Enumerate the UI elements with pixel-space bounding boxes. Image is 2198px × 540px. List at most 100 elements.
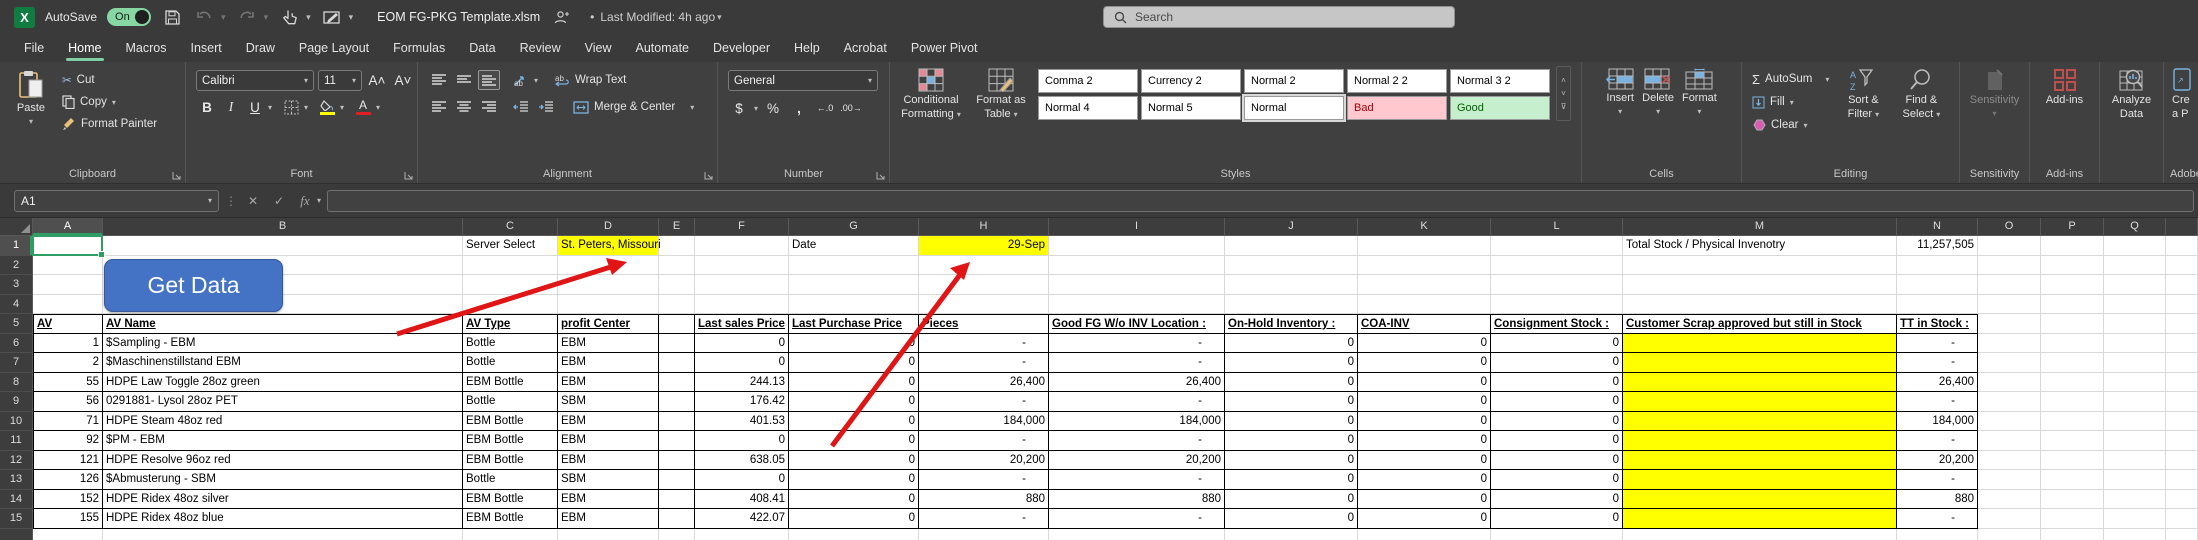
cell-C14[interactable]: EBM Bottle <box>463 490 558 510</box>
row-header-14[interactable]: 14 <box>0 490 33 510</box>
row-header-7[interactable]: 7 <box>0 353 33 373</box>
cell-Q14[interactable] <box>2104 490 2166 510</box>
cell-B14[interactable]: HDPE Ridex 48oz silver <box>103 490 463 510</box>
cell-Q6[interactable] <box>2104 334 2166 354</box>
cell-H12[interactable]: 20,200 <box>919 451 1049 471</box>
cell-M13[interactable] <box>1623 470 1897 490</box>
cell-N6[interactable]: - <box>1897 334 1978 354</box>
cell-X1[interactable] <box>2166 236 2198 256</box>
cell-B9[interactable]: 0291881- Lysol 28oz PET <box>103 392 463 412</box>
cell-L11[interactable]: 0 <box>1491 431 1623 451</box>
cell-H15[interactable]: - <box>919 509 1049 529</box>
cell-Q1[interactable] <box>2104 236 2166 256</box>
cell-O11[interactable] <box>1978 431 2041 451</box>
cell-P6[interactable] <box>2041 334 2104 354</box>
cell-A11[interactable]: 92 <box>33 431 103 451</box>
share-person-icon[interactable] <box>550 6 572 28</box>
cell-P1[interactable] <box>2041 236 2104 256</box>
cell-M7[interactable] <box>1623 353 1897 373</box>
clear-chevron[interactable]: ▾ <box>1803 121 1807 130</box>
cell-H11[interactable]: - <box>919 431 1049 451</box>
cell-M11[interactable] <box>1623 431 1897 451</box>
cell-M14[interactable] <box>1623 490 1897 510</box>
cell-Q2[interactable] <box>2104 256 2166 276</box>
font-dialog-launcher[interactable] <box>404 171 413 180</box>
cell-C10[interactable]: EBM Bottle <box>463 412 558 432</box>
orientation-button[interactable]: ab <box>509 70 531 90</box>
cell-J10[interactable]: 0 <box>1225 412 1358 432</box>
cell-D8[interactable]: EBM <box>558 373 659 393</box>
underline-button[interactable]: U <box>244 97 266 117</box>
tab-power-pivot[interactable]: Power Pivot <box>901 34 988 62</box>
cell-E16[interactable] <box>659 529 695 540</box>
number-dialog-launcher[interactable] <box>876 171 885 180</box>
cell-Q3[interactable] <box>2104 275 2166 295</box>
cell-P14[interactable] <box>2041 490 2104 510</box>
cell-A15[interactable]: 155 <box>33 509 103 529</box>
tab-review[interactable]: Review <box>510 34 571 62</box>
last-modified[interactable]: • Last Modified: 4h ago ▾ <box>590 10 721 24</box>
column-header-Q[interactable]: Q <box>2104 218 2166 236</box>
cell-D16[interactable] <box>558 529 659 540</box>
cell-F10[interactable]: 401.53 <box>695 412 789 432</box>
grow-font-button[interactable]: A˄ <box>366 71 388 91</box>
cell-N14[interactable]: 880 <box>1897 490 1978 510</box>
cell-O4[interactable] <box>1978 295 2041 315</box>
cell-G16[interactable] <box>789 529 919 540</box>
cell-E5[interactable] <box>659 314 695 334</box>
cell-K11[interactable]: 0 <box>1358 431 1491 451</box>
cell-P16[interactable] <box>2041 529 2104 540</box>
style-bad[interactable]: Bad <box>1347 96 1447 120</box>
cell-I4[interactable] <box>1049 295 1225 315</box>
copy-button[interactable]: Copy ▾ <box>62 92 157 112</box>
clear-button[interactable]: Clear ▾ <box>1752 115 1829 135</box>
adobe-create-pdf-button[interactable]: ↗ Cre a P <box>2164 66 2198 120</box>
cell-E15[interactable] <box>659 509 695 529</box>
cell-M3[interactable] <box>1623 275 1897 295</box>
cell-K4[interactable] <box>1358 295 1491 315</box>
cell-G9[interactable]: 0 <box>789 392 919 412</box>
column-header-K[interactable]: K <box>1358 218 1491 236</box>
cell-L12[interactable]: 0 <box>1491 451 1623 471</box>
cell-K10[interactable]: 0 <box>1358 412 1491 432</box>
cell-J8[interactable]: 0 <box>1225 373 1358 393</box>
cell-G1[interactable]: Date <box>789 236 919 256</box>
cell-L4[interactable] <box>1491 295 1623 315</box>
cell-Q8[interactable] <box>2104 373 2166 393</box>
cell-P10[interactable] <box>2041 412 2104 432</box>
cell-J3[interactable] <box>1225 275 1358 295</box>
cell-Q11[interactable] <box>2104 431 2166 451</box>
cell-O1[interactable] <box>1978 236 2041 256</box>
tab-developer[interactable]: Developer <box>703 34 780 62</box>
cell-I2[interactable] <box>1049 256 1225 276</box>
cell-E9[interactable] <box>659 392 695 412</box>
conditional-formatting-button[interactable]: Conditional Formatting ▾ <box>898 66 964 121</box>
formula-expand-chevron[interactable]: ▾ <box>317 196 321 205</box>
cell-X10[interactable] <box>2166 412 2198 432</box>
cell-A6[interactable]: 1 <box>33 334 103 354</box>
cell-B15[interactable]: HDPE Ridex 48oz blue <box>103 509 463 529</box>
cell-E6[interactable] <box>659 334 695 354</box>
cell-H4[interactable] <box>919 295 1049 315</box>
style-normal-2-2[interactable]: Normal 2 2 <box>1347 69 1447 93</box>
cell-A16[interactable] <box>33 529 103 540</box>
cell-C12[interactable]: EBM Bottle <box>463 451 558 471</box>
decrease-indent-button[interactable] <box>509 97 531 117</box>
cell-I7[interactable]: - <box>1049 353 1225 373</box>
cell-L6[interactable]: 0 <box>1491 334 1623 354</box>
cell-G8[interactable]: 0 <box>789 373 919 393</box>
row-header-15[interactable]: 15 <box>0 509 33 529</box>
cell-K13[interactable]: 0 <box>1358 470 1491 490</box>
cell-A12[interactable]: 121 <box>33 451 103 471</box>
cell-O8[interactable] <box>1978 373 2041 393</box>
cell-D4[interactable] <box>558 295 659 315</box>
cell-A7[interactable]: 2 <box>33 353 103 373</box>
cell-I1[interactable] <box>1049 236 1225 256</box>
cell-J1[interactable] <box>1225 236 1358 256</box>
column-header-A[interactable]: A <box>33 218 103 236</box>
cell-K2[interactable] <box>1358 256 1491 276</box>
cell-J11[interactable]: 0 <box>1225 431 1358 451</box>
cell-C13[interactable]: Bottle <box>463 470 558 490</box>
cell-N5[interactable]: TT in Stock : <box>1897 314 1978 334</box>
cell-K9[interactable]: 0 <box>1358 392 1491 412</box>
